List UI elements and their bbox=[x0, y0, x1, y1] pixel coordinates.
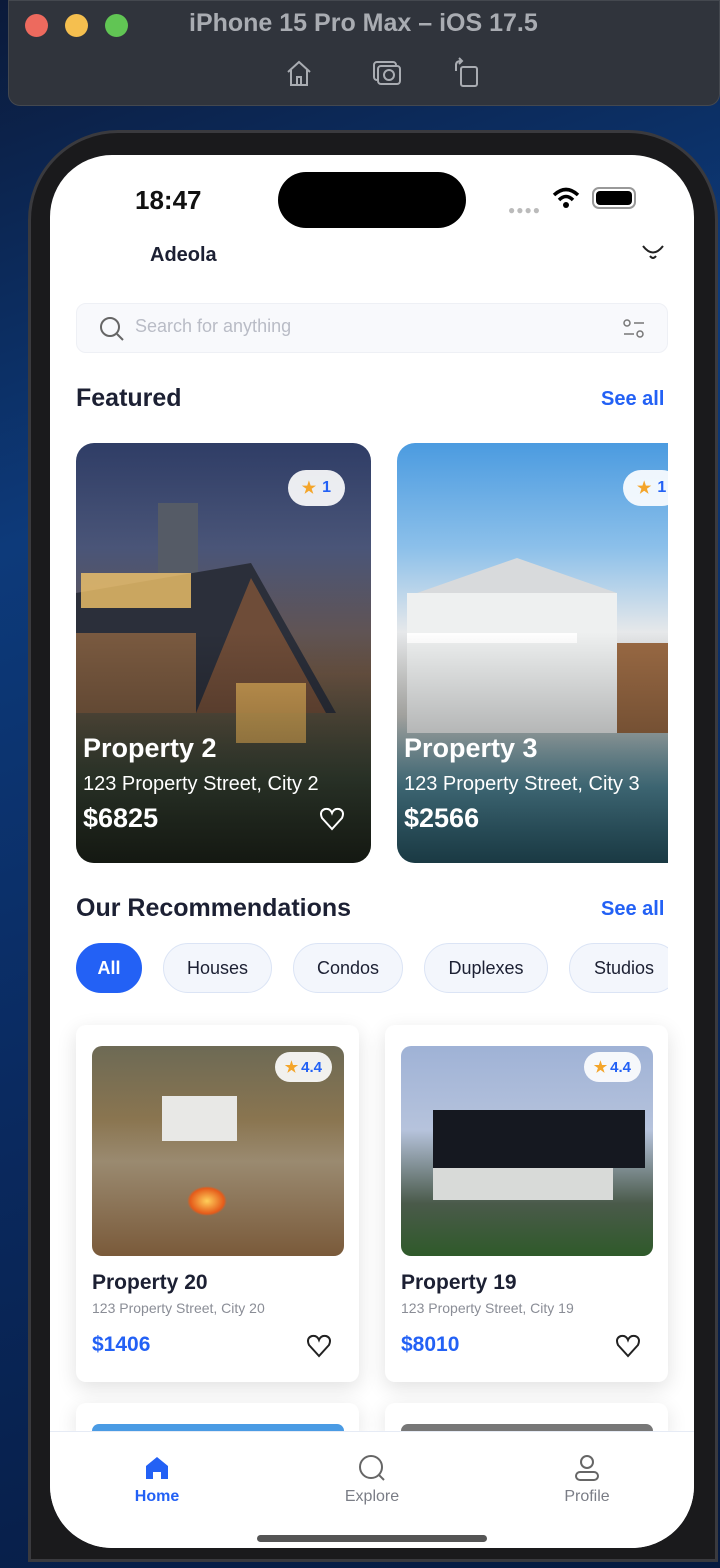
house-base bbox=[433, 1168, 613, 1200]
recommendation-card[interactable] bbox=[385, 1403, 668, 1431]
search-icon bbox=[359, 1455, 385, 1481]
filter-chip-duplexes[interactable]: Duplexes bbox=[424, 943, 548, 993]
filter-chip-all[interactable]: All bbox=[76, 943, 142, 993]
property-price: $1406 bbox=[92, 1333, 151, 1356]
property-image bbox=[401, 1424, 653, 1431]
house-shape bbox=[433, 1110, 645, 1168]
property-title: Property 20 bbox=[92, 1271, 208, 1294]
screenshot-icon[interactable] bbox=[371, 57, 403, 89]
property-image: ★ 4.4 bbox=[401, 1046, 653, 1256]
property-address: 123 Property Street, City 2 bbox=[83, 773, 319, 795]
tab-home[interactable]: Home bbox=[97, 1454, 217, 1506]
tab-label: Profile bbox=[564, 1488, 610, 1505]
close-window-button[interactable] bbox=[25, 14, 48, 37]
property-title: Property 2 bbox=[83, 733, 217, 763]
window-title: iPhone 15 Pro Max – iOS 17.5 bbox=[189, 9, 538, 37]
property-address: 123 Property Street, City 19 bbox=[401, 1300, 574, 1316]
home-icon[interactable] bbox=[283, 57, 315, 89]
image-overlay bbox=[397, 443, 668, 863]
zoom-window-button[interactable] bbox=[105, 14, 128, 37]
recommendation-card[interactable]: ★ 4.4 Property 20 123 Property Street, Ci… bbox=[76, 1025, 359, 1382]
rotate-icon[interactable] bbox=[451, 57, 483, 89]
rating-value: 4.4 bbox=[301, 1058, 322, 1076]
property-price: $8010 bbox=[401, 1333, 460, 1356]
rating-badge: ★ 4.4 bbox=[583, 1052, 641, 1082]
user-icon bbox=[575, 1455, 599, 1481]
tab-label: Home bbox=[134, 1488, 180, 1505]
property-price: $6825 bbox=[83, 803, 159, 833]
home-icon bbox=[146, 1457, 168, 1479]
rating-badge: ★ 1 bbox=[623, 470, 668, 506]
filter-chip-houses[interactable]: Houses bbox=[163, 943, 272, 993]
recommendations-see-all-link[interactable]: See all bbox=[601, 898, 664, 921]
filter-chip-condos[interactable]: Condos bbox=[293, 943, 403, 993]
home-indicator[interactable] bbox=[257, 1535, 487, 1542]
favorite-heart-icon[interactable] bbox=[306, 1333, 332, 1359]
tab-profile[interactable]: Profile bbox=[527, 1454, 647, 1506]
star-icon: ★ bbox=[593, 1059, 608, 1076]
image-overlay bbox=[76, 443, 371, 863]
property-image: ★ 4.4 bbox=[92, 1046, 344, 1256]
featured-card[interactable]: ★ 1 Property 2 123 Property Street, City … bbox=[76, 443, 371, 863]
recommendation-card[interactable] bbox=[76, 1403, 359, 1431]
favorite-heart-icon[interactable] bbox=[615, 1333, 641, 1359]
bottom-tab-bar: Home Explore Profile bbox=[50, 1431, 694, 1548]
property-title: Property 19 bbox=[401, 1271, 517, 1294]
simulator-window-bar: iPhone 15 Pro Max – iOS 17.5 bbox=[8, 0, 720, 106]
rating-value: 4.4 bbox=[610, 1058, 631, 1076]
tab-explore[interactable]: Explore bbox=[312, 1454, 432, 1506]
filter-chip-studios[interactable]: Studios bbox=[569, 943, 668, 993]
rating-value: 1 bbox=[322, 479, 331, 496]
app-screen: 18:47 ●●●● Adeola Featured See all ★1 Pr… bbox=[50, 155, 694, 1548]
star-icon: ★ bbox=[301, 480, 317, 497]
property-image bbox=[92, 1424, 344, 1431]
featured-card[interactable]: ★ 1 Property 3 123 Property Street, City … bbox=[397, 443, 668, 863]
property-title: Property 3 bbox=[404, 733, 538, 763]
star-icon: ★ bbox=[637, 480, 652, 497]
rating-badge: ★ 1 bbox=[287, 470, 345, 506]
property-address: 123 Property Street, City 20 bbox=[92, 1300, 265, 1316]
featured-carousel[interactable]: ★ 1 Property 2 123 Property Street, City … bbox=[76, 155, 668, 875]
filter-chips: All Houses Condos Duplexes Studios bbox=[76, 943, 668, 993]
tab-label: Explore bbox=[344, 1488, 400, 1505]
star-icon: ★ bbox=[284, 1059, 299, 1076]
property-price: $2566 bbox=[404, 803, 480, 833]
rating-badge: ★ 4.4 bbox=[274, 1052, 332, 1082]
recommendation-card[interactable]: ★ 4.4 Property 19 123 Property Street, Ci… bbox=[385, 1025, 668, 1382]
recommendations-heading: Our Recommendations bbox=[76, 894, 352, 922]
minimize-window-button[interactable] bbox=[65, 14, 88, 37]
house-shape bbox=[162, 1096, 237, 1141]
favorite-heart-icon[interactable] bbox=[319, 806, 345, 832]
property-address: 123 Property Street, City 3 bbox=[404, 773, 640, 795]
rating-value: 1 bbox=[657, 479, 667, 496]
fire-shape bbox=[187, 1186, 227, 1216]
